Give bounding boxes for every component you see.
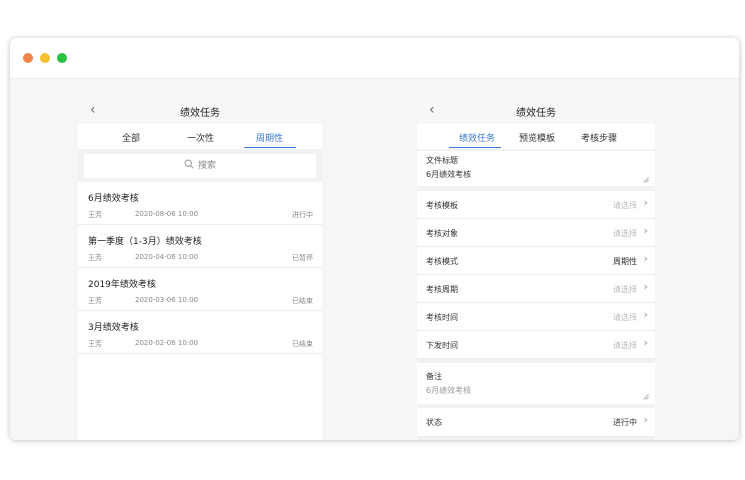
task-list-screen: ‹ 绩效任务 全部 一次性 周期性 搜索 6月绩效考核 王芳 2020-08-0… [78,96,322,440]
tab-review-steps[interactable]: 考核步骤 [581,131,617,144]
task-item[interactable]: 2019年绩效考核 王芳 2020-03-06 10:00 已结束 [78,268,322,311]
search-bar: 搜索 [78,149,322,182]
row-label: 下发时间 [426,341,458,350]
field-label: 文件标题 [426,156,458,165]
header: ‹ 绩效任务 [417,96,655,124]
template-select-row[interactable]: 考核模板 请选择 › [417,191,655,219]
chevron-right-icon: › [643,336,648,349]
task-type-tabs: 全部 一次性 周期性 [78,124,322,149]
file-title-field[interactable]: 文件标题 6月绩效考核 [417,151,655,186]
minimize-window-button[interactable] [40,53,50,63]
mode-select-row[interactable]: 考核模式 周期性 › [417,247,655,275]
close-window-button[interactable] [23,53,33,63]
page-title: 绩效任务 [516,108,556,119]
task-status: 已结束 [292,297,313,305]
task-date: 2020-02-06 10:00 [135,339,199,347]
tab-performance-task[interactable]: 绩效任务 [459,131,495,144]
page-title: 绩效任务 [180,108,220,119]
active-tab-indicator [449,147,501,148]
chevron-right-icon: › [643,196,648,209]
dispatch-time-select-row[interactable]: 下发时间 请选择 › [417,331,655,359]
status-select-row[interactable]: 状态 进行中 › [417,408,655,437]
row-label: 考核模式 [426,257,458,266]
resize-handle-icon[interactable] [643,177,649,183]
browser-window: ‹ 绩效任务 全部 一次性 周期性 搜索 6月绩效考核 王芳 2020-08-0… [10,38,739,440]
remark-input[interactable]: 6月绩效考核 [426,385,471,396]
chevron-right-icon: › [643,280,648,293]
row-value: 请选择 [613,313,637,322]
task-item[interactable]: 第一季度（1-3月）绩效考核 王芳 2020-04-06 10:00 已暂停 [78,225,322,268]
task-owner: 王芳 [88,254,102,262]
review-time-select-row[interactable]: 考核时间 请选择 › [417,303,655,331]
task-title: 6月绩效考核 [88,194,139,204]
search-input[interactable]: 搜索 [84,154,316,178]
task-status: 已结束 [292,340,313,348]
maximize-window-button[interactable] [57,53,67,63]
period-select-row[interactable]: 考核周期 请选择 › [417,275,655,303]
header: ‹ 绩效任务 [78,96,322,124]
task-date: 2020-03-06 10:00 [135,296,199,304]
row-value: 请选择 [613,229,637,238]
active-tab-indicator [244,147,296,148]
row-label: 状态 [426,418,442,427]
tab-all[interactable]: 全部 [122,131,140,144]
task-date: 2020-08-06 10:00 [135,210,199,218]
tab-one-time[interactable]: 一次性 [187,131,214,144]
target-select-row[interactable]: 考核对象 请选择 › [417,219,655,247]
task-form-screen: ‹ 绩效任务 绩效任务 预览模板 考核步骤 文件标题 6月绩效考核 考核模板 请… [417,96,655,440]
task-title: 第一季度（1-3月）绩效考核 [88,237,202,247]
row-value: 进行中 [613,418,637,427]
row-value: 周期性 [613,257,637,266]
task-item[interactable]: 3月绩效考核 王芳 2020-02-06 10:00 已结束 [78,311,322,354]
task-date: 2020-04-06 10:00 [135,253,199,261]
title-bar [10,38,739,79]
field-label: 备注 [426,372,442,381]
task-owner: 王芳 [88,340,102,348]
chevron-right-icon: › [643,224,648,237]
task-status: 已暂停 [292,254,313,262]
remark-field[interactable]: 备注 6月绩效考核 [417,363,655,404]
row-value: 请选择 [613,201,637,210]
form-tabs: 绩效任务 预览模板 考核步骤 [417,124,655,149]
row-label: 考核模板 [426,201,458,210]
row-value: 请选择 [613,285,637,294]
task-title: 2019年绩效考核 [88,280,156,290]
row-label: 考核对象 [426,229,458,238]
chevron-right-icon: › [643,413,648,426]
tab-preview-template[interactable]: 预览模板 [519,131,555,144]
task-owner: 王芳 [88,297,102,305]
chevron-right-icon: › [643,308,648,321]
row-value: 请选择 [613,341,637,350]
row-label: 考核周期 [426,285,458,294]
task-owner: 王芳 [88,211,102,219]
row-label: 考核时间 [426,313,458,322]
search-placeholder: 搜索 [197,161,216,171]
tab-periodic[interactable]: 周期性 [256,131,283,144]
file-title-input[interactable]: 6月绩效考核 [426,169,471,180]
task-item[interactable]: 6月绩效考核 王芳 2020-08-06 10:00 进行中 [78,182,322,225]
chevron-right-icon: › [643,252,648,265]
task-title: 3月绩效考核 [88,323,139,333]
task-status: 进行中 [292,211,313,219]
resize-handle-icon[interactable] [643,394,649,400]
app-content: ‹ 绩效任务 全部 一次性 周期性 搜索 6月绩效考核 王芳 2020-08-0… [10,79,739,440]
search-icon [184,159,194,169]
